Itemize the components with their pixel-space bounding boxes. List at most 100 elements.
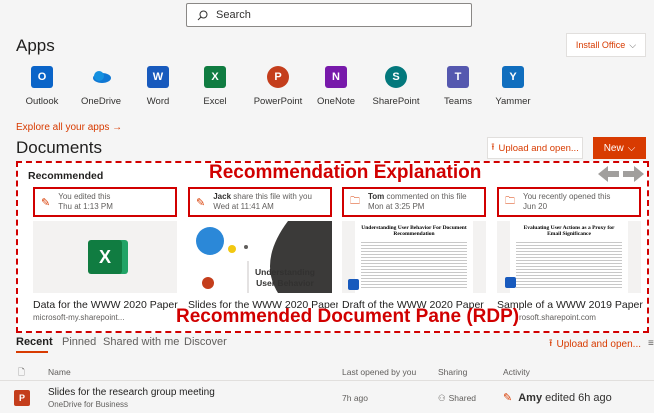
tab-recent[interactable]: Recent (16, 336, 53, 348)
activity-cell: ✎ Amy edited 6h ago (503, 391, 612, 405)
apps-title: Apps (16, 36, 55, 55)
upload-label: Upload and open... (556, 339, 642, 350)
app-label: Teams (444, 96, 472, 107)
file-location: OneDrive for Business (48, 400, 129, 409)
pencil-icon: ✎ (503, 392, 513, 404)
column-sharing[interactable]: Sharing (438, 367, 467, 377)
more-options-icon[interactable]: ≡ (648, 338, 654, 349)
last-opened: 7h ago (342, 393, 368, 403)
install-office-button[interactable]: Install Office ⌵ (566, 33, 646, 57)
teams-icon: T (447, 66, 469, 88)
document-thumbnail: Understanding User Behavior (188, 221, 332, 293)
pencil-icon: ✎ (196, 196, 206, 209)
document-name: Sample of a WWW 2019 Paper (497, 299, 643, 311)
people-icon: ⚇ (438, 393, 446, 403)
activity-time: Mon at 3:25 PM (368, 202, 425, 211)
activity-text: share this file with you (231, 192, 312, 201)
column-last-opened[interactable]: Last opened by you (342, 367, 416, 377)
app-label: Yammer (495, 96, 531, 107)
document-thumbnail: Understanding User Behavior For Document… (342, 221, 486, 293)
tab-shared-with-me[interactable]: Shared with me (103, 336, 179, 348)
column-activity[interactable]: Activity (503, 367, 530, 377)
activity-time: Thu at 1:13 PM (58, 202, 113, 211)
app-label: SharePoint (372, 96, 420, 107)
word-icon (505, 277, 516, 288)
activity-text: edited 6h ago (542, 391, 612, 404)
recommendation-explanation: 🗀 Tom commented on this file Mon at 3:25… (342, 187, 486, 217)
sharing-label: Shared (448, 393, 477, 403)
document-name: Data for the WWW 2020 Paper (33, 299, 178, 311)
file-name: Slides for the research group meeting (48, 387, 215, 398)
app-label: OneNote (316, 96, 356, 107)
search-icon (197, 10, 208, 20)
recommendation-explanation-annotation: Recommendation Explanation (209, 162, 482, 183)
powerpoint-icon: P (14, 390, 30, 406)
recommended-card[interactable]: ✎ You edited this Thu at 1:13 PM X Data … (33, 187, 178, 327)
sharing-status: ⚇ Shared (438, 393, 476, 404)
slide-title: Understanding User Behavior (255, 267, 315, 288)
activity-time: Wed at 11:41 AM (213, 202, 274, 211)
recommendation-explanation: ✎ You edited this Thu at 1:13 PM (33, 187, 177, 217)
table-row[interactable]: P Slides for the research group meeting … (0, 382, 654, 413)
app-yammer[interactable]: Y Yammer (483, 66, 543, 107)
onedrive-icon (90, 66, 112, 88)
app-powerpoint[interactable]: P PowerPoint (248, 66, 308, 107)
app-onedrive[interactable]: OneDrive (71, 66, 131, 107)
folder-icon: 🗀 (350, 195, 360, 207)
list-header: 🗋 Name Last opened by you Sharing Activi… (0, 361, 654, 381)
tab-pinned[interactable]: Pinned (62, 336, 96, 348)
app-label: Outlook (25, 96, 59, 107)
app-label: Excel (203, 96, 227, 107)
paper-title: Evaluating User Actions as a Proxy for E… (523, 225, 615, 237)
yammer-icon: Y (502, 66, 524, 88)
activity-text: commented on this file (384, 192, 467, 201)
search-placeholder: Search (216, 9, 251, 21)
upload-open-link[interactable]: ⭱ Upload and open... (549, 336, 641, 353)
explore-apps-link[interactable]: Explore all your apps → (16, 122, 122, 133)
powerpoint-icon (202, 277, 214, 289)
folder-icon: 🗀 (505, 195, 515, 207)
paper-title: Understanding User Behavior For Document… (361, 225, 467, 237)
document-location: rosoft.sharepoint.com (519, 313, 596, 322)
upload-icon: ⭱ (549, 338, 553, 349)
activity-time: Jun 20 (523, 202, 548, 211)
powerpoint-icon: P (267, 66, 289, 88)
upload-label: Upload and open... (498, 142, 579, 154)
app-label: PowerPoint (253, 96, 303, 107)
documents-title: Documents (16, 138, 102, 157)
word-icon: W (147, 66, 169, 88)
recommended-title: Recommended (28, 170, 104, 182)
column-name[interactable]: Name (48, 367, 71, 377)
carousel-arrows (598, 164, 644, 184)
app-teams[interactable]: T Teams (428, 66, 488, 107)
activity-text: You recently opened this (523, 192, 611, 201)
activity-actor: Jack (213, 192, 232, 201)
app-sharepoint[interactable]: S SharePoint (366, 66, 426, 107)
excel-icon: X (88, 240, 122, 274)
arrow-right-icon[interactable] (623, 166, 644, 182)
install-office-label: Install Office (575, 40, 626, 50)
app-word[interactable]: W Word (128, 66, 188, 107)
app-label: OneDrive (80, 96, 122, 107)
activity-actor: Tom (368, 192, 385, 201)
sharepoint-icon: S (385, 66, 407, 88)
rdp-annotation: Recommended Document Pane (RDP) (176, 306, 520, 327)
word-icon (348, 279, 359, 290)
app-launcher: O Outlook OneDrive W Word X Excel P Powe… (10, 66, 531, 114)
document-location: microsoft-my.sharepoint... (33, 313, 125, 322)
app-excel[interactable]: X Excel (185, 66, 245, 107)
arrow-left-icon[interactable] (598, 166, 619, 182)
document-thumbnail: X (33, 221, 177, 293)
app-onenote[interactable]: N OneNote (306, 66, 366, 107)
outlook-icon: O (31, 66, 53, 88)
onenote-icon: N (325, 66, 347, 88)
search-input[interactable]: Search (186, 3, 472, 27)
new-button[interactable]: New ⌵ (593, 137, 646, 159)
upload-open-button[interactable]: ⭱ Upload and open... (487, 137, 583, 159)
upload-icon: ⭱ (491, 142, 495, 153)
recommendation-explanation: 🗀 You recently opened this Jun 20 (497, 187, 641, 217)
new-label: New (603, 142, 624, 154)
app-label: Word (146, 96, 170, 107)
app-outlook[interactable]: O Outlook (12, 66, 72, 107)
tab-discover[interactable]: Discover (184, 336, 227, 348)
